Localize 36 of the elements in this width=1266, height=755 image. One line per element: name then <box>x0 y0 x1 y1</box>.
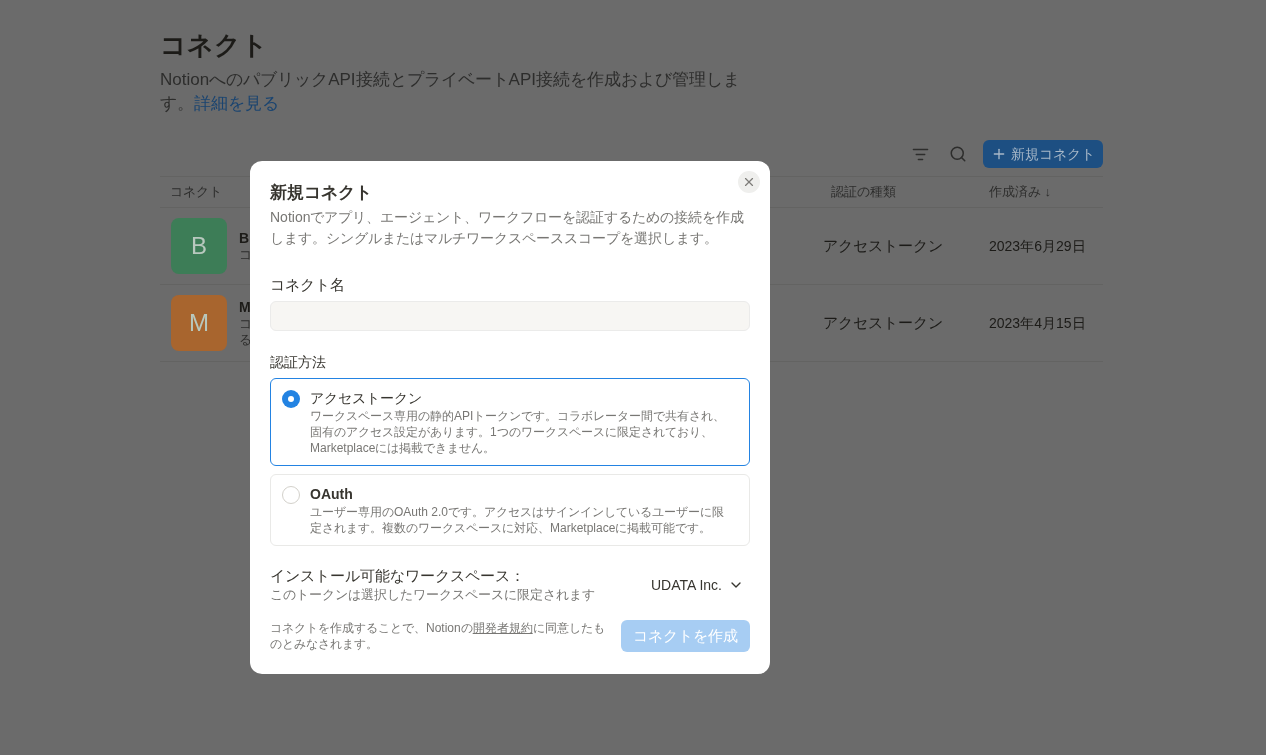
auth-option-card[interactable]: OAuth ユーザー専用のOAuth 2.0です。アクセスはサインインしているユーザーに限定されます。複数のワークスペースに対応、Marketplaceに掲載可能です。 <box>270 474 750 546</box>
new-connection-button[interactable]: 新規コネクト <box>983 140 1103 168</box>
workspace-hint: このトークンは選択したワークスペースに限定されます <box>270 587 595 604</box>
workspace-label: インストール可能なワークスペース： <box>270 566 526 586</box>
column-header[interactable]: 作成済み ↓ <box>979 182 1103 202</box>
auth-option-card[interactable]: アクセストークン ワークスペース専用の静的APIトークンです。コラボレーター間で共有され、固有のアクセス設定があります。1つのワークスペースに限定されており、Marketplaceには掲載できません。 <box>270 378 750 466</box>
dialog-description: Notionでアプリ、エージェント、ワークフローを認証するための接続を作成します。シングルまたはマルチワークスペーススコープを選択します。 <box>270 208 746 248</box>
option-description: ユーザー専用のOAuth 2.0です。アクセスはサインインしているユーザーに限定されます。複数のワークスペースに対応、Marketplaceに掲載可能です。 <box>310 504 726 536</box>
field-label: 認証方法 <box>270 353 327 372</box>
connection-name: M <box>239 298 252 316</box>
option-title: OAuth <box>310 485 354 504</box>
table-cell-text: 2023年6月29日 <box>988 236 1087 256</box>
page-title: コネクト <box>160 29 269 62</box>
option-description: ワークスペース専用の静的APIトークンです。コラボレーター間で共有され、固有のアクセス設定があります。1つのワークスペースに限定されており、Marketplaceには掲載できません。 <box>310 408 727 456</box>
table-cell-text: 2023年4月15日 <box>988 313 1087 333</box>
avatar: M <box>171 295 227 351</box>
connection-description: る <box>239 332 252 348</box>
radio-button[interactable] <box>282 390 300 408</box>
page-description: NotionへのパブリックAPI接続とプライベートAPI接続を作成および管理します。詳細を見る <box>160 69 741 115</box>
option-title: アクセストークン <box>310 389 423 408</box>
connection-description: コ <box>239 247 252 263</box>
field-label: コネクト名 <box>270 275 346 295</box>
connection-description: コ <box>239 316 252 332</box>
connection-name: B <box>239 229 251 247</box>
dialog-title: 新規コネクト <box>270 182 373 204</box>
workspace-dropdown[interactable]: UDATA Inc. <box>650 574 750 596</box>
close-button[interactable] <box>738 171 760 193</box>
table-cell-text: アクセストークン <box>822 312 944 333</box>
search-icon[interactable] <box>949 145 967 163</box>
column-header[interactable]: 認証の種類 <box>821 182 979 202</box>
plus-icon <box>991 146 1007 162</box>
close-icon <box>742 175 756 189</box>
terms-text: コネクトを作成することで、Notionの開発者規約に同意したものとみなされます。 <box>270 620 606 652</box>
table-cell-text: アクセストークン <box>822 235 944 256</box>
developer-terms-link[interactable]: 開発者規約 <box>472 621 533 635</box>
avatar: B <box>171 218 227 274</box>
